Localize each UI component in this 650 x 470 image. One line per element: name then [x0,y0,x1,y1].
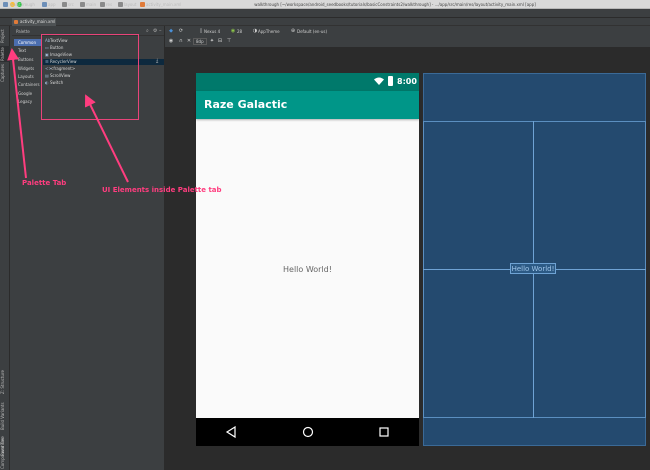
window-title: walkthrough [~/workspace/android_seedboo… [254,2,536,7]
orientation-icon[interactable]: ⟳ [178,28,184,34]
ui-elements-annotation: UI Elements inside Palette tab [102,186,222,194]
breadcrumb-app[interactable]: app [48,0,56,9]
blueprint-hello-world[interactable]: Hello World! [510,263,556,274]
guidelines-icon[interactable]: ⊟ [217,38,223,44]
palette-category-google[interactable]: Google [14,90,42,97]
breadcrumb-file[interactable]: activity_main.xml [146,0,181,9]
theme-selector[interactable]: AppTheme [258,28,280,35]
tab-activity-main[interactable]: activity_main.xml [12,18,56,26]
locale-selector[interactable]: Default (en-us) [297,28,327,35]
default-margin-field[interactable]: 8dp [193,38,207,45]
breadcrumb-walkthrough[interactable]: walkthrough [10,0,35,9]
infer-constraints-icon[interactable]: ✦ [209,38,215,44]
project-icon [3,2,8,7]
clear-constraints-icon[interactable]: ✕ [186,38,192,44]
breadcrumb-main[interactable]: main [86,0,96,9]
palette-category-common[interactable]: Common [14,39,42,46]
tab-label: activity_main.xml [20,19,56,24]
captures-tool-tab[interactable]: Captures [0,64,10,82]
hello-world-textview[interactable]: Hello World! [196,264,419,276]
api-level-icon: ◉ [230,28,236,34]
hide-panel-icon[interactable]: – [159,29,164,34]
folder-icon [62,2,67,7]
layout-file-icon [14,20,18,24]
android-studio-window: walkthrough [~/workspace/android_seedboo… [0,0,650,470]
breadcrumb-res[interactable]: res [106,0,112,9]
design-surface-icon[interactable]: ◆ [168,28,174,34]
palette-category-layouts[interactable]: Layouts [14,73,42,80]
phone-preview [196,73,419,446]
palette-category-containers[interactable]: Containers [14,81,42,88]
layout-file-icon [140,2,145,7]
palette-category-legacy[interactable]: Legacy [14,98,42,105]
build-variants-tool-tab[interactable]: Build Variants [0,402,10,430]
gear-icon[interactable]: ⚙ [153,29,158,34]
breadcrumb-layout[interactable]: layout [124,0,136,9]
component-tree-tool-tab[interactable]: Component Tree [0,436,10,469]
folder-icon [118,2,123,7]
folder-icon [100,2,105,7]
project-tool-tab[interactable]: Project [0,28,10,44]
download-icon[interactable]: ⤓ [156,59,161,64]
recents-icon[interactable] [376,424,392,440]
palette-tool-tab[interactable]: Palette [0,46,10,62]
annotation-highlight-box [41,34,139,120]
align-icon[interactable]: ⊤ [226,38,232,44]
breadcrumb-src[interactable]: src [68,0,74,9]
battery-icon [388,76,393,86]
palette-category-text[interactable]: Text [14,47,42,54]
wifi-icon [374,77,384,85]
palette-tab-annotation: Palette Tab [22,179,67,187]
structure-tool-tab[interactable]: Z: Structure [0,370,10,394]
api-level-selector[interactable]: 28 [237,28,242,35]
module-icon [42,2,47,7]
folder-icon [80,2,85,7]
search-icon[interactable]: ⌕ [146,29,151,34]
phone-status-bar [196,73,419,91]
home-icon[interactable] [300,424,316,440]
magnet-icon[interactable]: ∩ [178,38,184,44]
palette-category-buttons[interactable]: Buttons [14,56,42,63]
palette-category-widgets[interactable]: Widgets [14,65,42,72]
eye-icon[interactable]: ◉ [168,38,174,44]
app-title: Raze Galactic [204,98,288,111]
navigation-bar [0,9,650,18]
editor-tab-row [0,18,650,26]
status-time: 8:00 [397,77,417,86]
back-icon[interactable] [223,424,239,440]
globe-icon: ⊕ [290,28,296,34]
device-selector[interactable]: Nexus 4 [204,28,220,35]
